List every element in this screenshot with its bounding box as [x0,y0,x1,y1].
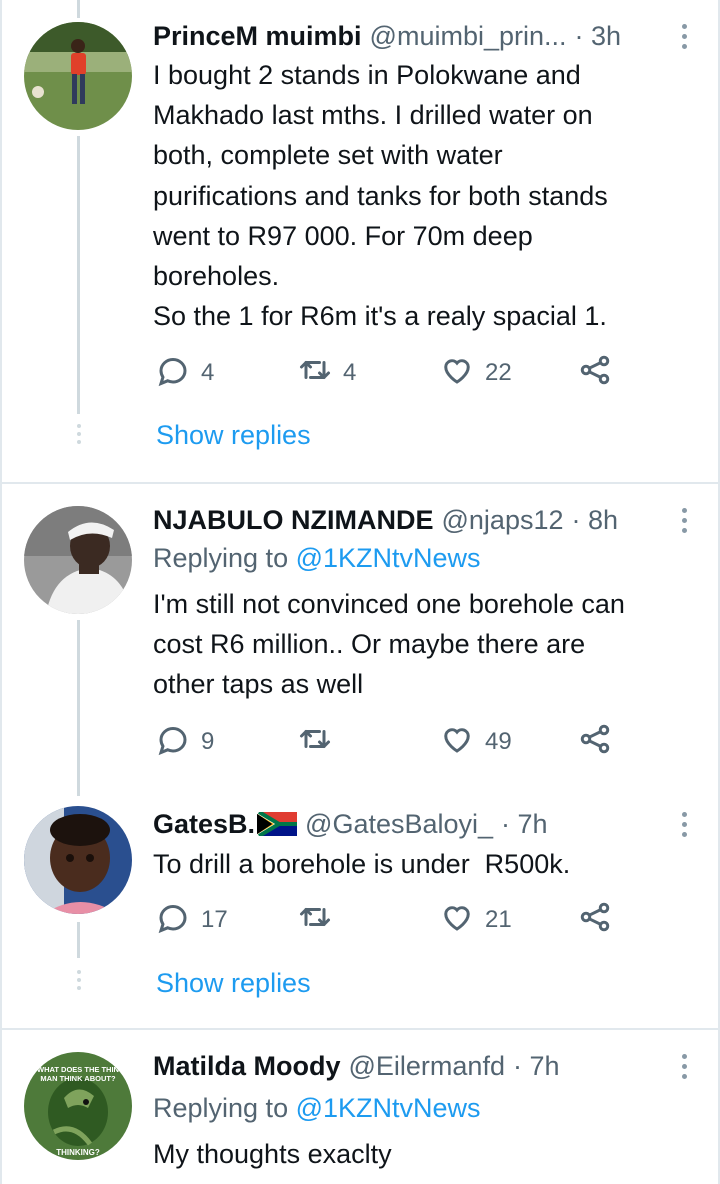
tweet-text-line: other taps as well [153,669,364,700]
svg-text:WHAT DOES THE THIN: WHAT DOES THE THIN [37,1065,119,1074]
tweet-text-line: Makhado last mths. I drilled water on [153,100,593,131]
reply-count: 9 [201,728,215,755]
tweet-text-line: both, complete set with water [153,140,503,171]
avatar[interactable]: WHAT DOES THE THIN MAN THINK ABOUT? THIN… [24,1052,132,1160]
reply-icon [155,899,191,942]
tweet-header: PrinceM muimbi @muimbi_prin... · 3h [153,18,676,54]
reply-icon [155,721,191,764]
user-handle[interactable]: @muimbi_prin... [370,21,567,52]
retweet-button[interactable]: 4 [297,351,356,395]
tweet-header: NJABULO NZIMANDE @njaps12 · 8h [153,502,676,538]
user-handle[interactable]: @njaps12 [442,505,564,536]
share-button[interactable] [577,898,613,942]
replying-label: Replying to [153,543,289,573]
tweet-prince-muimbi[interactable]: PrinceM muimbi @muimbi_prin... · 3h I bo… [0,0,720,482]
thread-line [77,0,80,18]
like-button[interactable]: 49 [439,720,512,764]
thread-line [77,922,80,958]
tweet-gates-baloyi[interactable]: GatesB. @GatesBaloyi_ · 7h To drill a bo… [0,794,720,1028]
tweet-text-line: I bought 2 stands in Polokwane and [153,60,581,90]
share-icon [577,899,613,942]
like-button[interactable]: 21 [439,898,512,942]
display-name[interactable]: Matilda Moody [153,1051,341,1082]
thread-gap-dots [76,424,82,444]
svg-text:THINKING?: THINKING? [56,1148,100,1157]
share-button[interactable] [577,351,613,395]
replying-mention-link[interactable]: @1KZNtvNews [296,1093,481,1123]
retweet-icon [297,352,333,395]
tweet-njabulo-nzimande[interactable]: NJABULO NZIMANDE @njaps12 · 8h Replying … [0,484,720,796]
tweet-text: My thoughts exaclty [153,1134,680,1174]
user-handle[interactable]: @GatesBaloyi_ [305,809,493,840]
reply-count: 4 [201,359,215,386]
tweet-actions: 4 4 22 [153,351,633,395]
avatar[interactable] [24,806,132,914]
avatar[interactable] [24,506,132,614]
replying-mention-link[interactable]: @1KZNtvNews [296,543,481,573]
share-icon [577,352,613,395]
display-name[interactable]: PrinceM muimbi [153,21,362,52]
replying-to: Replying to @1KZNtvNews [153,1088,481,1128]
retweet-button[interactable] [297,898,353,942]
tweet-text-line: went to R97 000. For 70m deep [153,220,533,251]
heart-icon [439,352,475,395]
timestamp[interactable]: · 7h [513,1051,560,1082]
timestamp[interactable]: · 3h [575,21,622,52]
heart-icon [439,899,475,942]
reply-button[interactable]: 17 [155,898,228,942]
replying-to: Replying to @1KZNtvNews [153,538,481,578]
like-button[interactable]: 22 [439,351,512,395]
south-africa-flag-icon [256,810,300,838]
replying-label: Replying to [153,1093,289,1123]
tweet-text-line: cost R6 million.. Or maybe there are [153,629,586,660]
more-vertical-icon[interactable] [674,500,694,540]
more-vertical-icon[interactable] [674,1046,694,1086]
tweet-text: To drill a borehole is under R500k. [153,844,680,884]
show-replies-link[interactable]: Show replies [156,420,311,451]
tweet-text-line: purifications and tanks for both stands [153,180,608,211]
tweet-text-line: To drill a borehole is under R500k. [153,849,571,879]
tweet-actions: 9 49 [153,720,633,764]
share-icon [577,721,613,764]
tweet-header: GatesB. @GatesBaloyi_ · 7h [153,806,676,842]
reply-icon [155,352,191,395]
like-count: 49 [485,728,512,755]
tweet-text: I'm still not convinced one borehole can… [153,584,680,705]
reply-count: 17 [201,906,228,933]
tweet-header: Matilda Moody @Eilermanfd · 7h [153,1048,676,1084]
retweet-icon [297,899,333,942]
like-count: 22 [485,359,512,386]
reply-button[interactable]: 9 [155,720,214,764]
show-replies-link[interactable]: Show replies [156,968,311,999]
timestamp[interactable]: · 7h [501,809,548,840]
like-count: 21 [485,906,512,933]
timestamp[interactable]: · 8h [572,505,619,536]
thread-gap-dots [76,970,82,990]
share-button[interactable] [577,720,613,764]
thread-line [77,620,80,796]
display-name[interactable]: GatesB. [153,809,255,840]
tweet-text: I bought 2 stands in Polokwane and Makha… [153,55,680,336]
user-handle[interactable]: @Eilermanfd [349,1051,505,1082]
tweet-actions: 17 21 [153,898,633,942]
thread-line [77,136,80,414]
tweet-text-line: So the 1 for R6m it's a realy spacial 1. [153,301,607,332]
heart-icon [439,721,475,764]
reply-button[interactable]: 4 [155,351,214,395]
more-vertical-icon[interactable] [674,804,694,844]
tweet-text-line: My thoughts exaclty [153,1139,392,1169]
tweet-matilda-moody[interactable]: WHAT DOES THE THIN MAN THINK ABOUT? THIN… [0,1030,720,1184]
retweet-count: 4 [343,359,357,386]
tweet-text-line: boreholes. [153,261,280,292]
retweet-button[interactable] [297,720,353,764]
avatar[interactable] [24,22,132,130]
retweet-icon [297,721,333,764]
svg-text:MAN THINK ABOUT?: MAN THINK ABOUT? [40,1074,116,1083]
more-vertical-icon[interactable] [674,16,694,56]
tweet-text-line: I'm still not convinced one borehole can [153,589,625,619]
display-name[interactable]: NJABULO NZIMANDE [153,505,434,536]
